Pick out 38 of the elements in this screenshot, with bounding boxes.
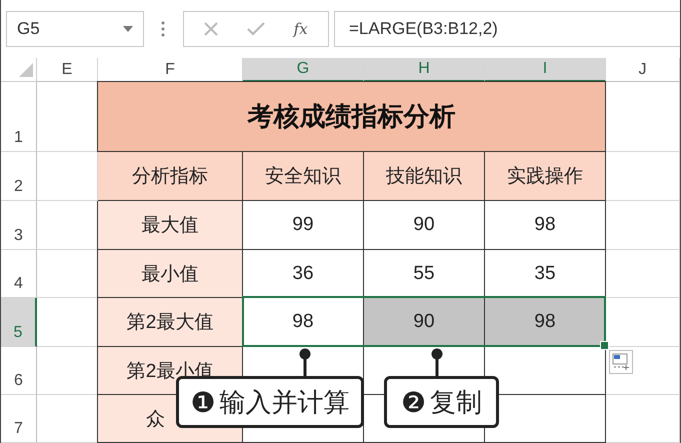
table-cell: 98	[485, 298, 606, 347]
row-label-cell: 最大值	[97, 201, 243, 250]
table-header-cell: 安全知识	[243, 152, 364, 201]
quick-analysis-icon[interactable]	[609, 350, 633, 374]
insert-function-button[interactable]: fx	[294, 20, 308, 38]
row-header[interactable]: 5	[1, 298, 37, 347]
row-header[interactable]: 7	[1, 395, 37, 443]
row-label-cell: 第2最大值	[97, 298, 243, 347]
callout-label: ❷ 复制	[384, 376, 499, 428]
row-header[interactable]: 2	[1, 152, 37, 201]
table-cell: 90	[364, 298, 485, 347]
callout-label: ❶ 输入并计算	[176, 376, 364, 428]
check-icon[interactable]	[246, 22, 265, 36]
table-cell: 99	[243, 201, 364, 250]
column-header[interactable]: H	[364, 58, 485, 82]
table-header-cell: 分析指标	[98, 152, 243, 201]
row-header[interactable]: 1	[1, 82, 37, 152]
row-header[interactable]: 3	[1, 201, 37, 250]
dropdown-caret-icon[interactable]	[123, 26, 133, 32]
table-cell: 90	[364, 201, 485, 250]
name-box[interactable]: G5	[6, 11, 144, 47]
cancel-icon[interactable]	[204, 22, 218, 36]
leader-line	[431, 348, 443, 377]
row-header[interactable]: 6	[1, 347, 37, 395]
row-header[interactable]: 4	[1, 250, 37, 298]
more-options-icon[interactable]	[161, 21, 165, 37]
formula-field[interactable]: =LARGE(B3:B12,2)	[334, 11, 680, 47]
column-header[interactable]: I	[485, 58, 606, 82]
column-header[interactable]: G	[243, 58, 364, 82]
fill-handle[interactable]	[600, 341, 609, 350]
row-label-cell: 最小值	[97, 250, 243, 298]
column-header[interactable]: E	[37, 58, 98, 82]
leader-line	[299, 348, 311, 377]
table-header-cell: 技能知识	[364, 152, 485, 201]
table-header-cell: 实践操作	[485, 152, 606, 201]
table-title: 考核成绩指标分析	[97, 81, 606, 152]
table-cell: 98	[485, 201, 606, 250]
column-header[interactable]: J	[606, 58, 680, 82]
